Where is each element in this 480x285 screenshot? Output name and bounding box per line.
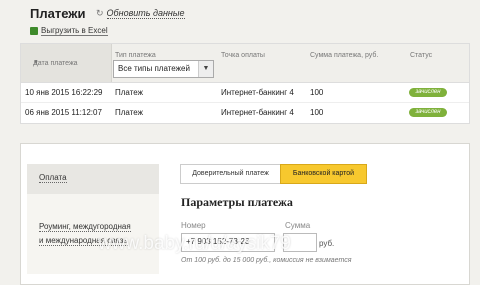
row-point: Интернет-банкинг 4 bbox=[221, 108, 294, 117]
sidebar: Оплата Роуминг, междугородная и междунар… bbox=[27, 164, 159, 274]
payment-form-panel: Оплата Роуминг, междугородная и междунар… bbox=[20, 143, 470, 285]
amount-note: От 100 руб. до 15 000 руб., комиссия не … bbox=[181, 257, 352, 264]
tab-bank-card[interactable]: Банковской картой bbox=[280, 164, 367, 184]
column-type: Тип платежа bbox=[115, 52, 156, 59]
row-type: Платеж bbox=[115, 108, 143, 117]
currency-label: руб. bbox=[319, 239, 335, 248]
row-amount: 100 bbox=[310, 108, 324, 117]
refresh-label: Обновить данные bbox=[106, 8, 185, 19]
export-excel-link[interactable]: Выгрузить в Excel bbox=[30, 26, 108, 36]
tab-trust-payment[interactable]: Доверительный платеж bbox=[180, 164, 281, 184]
status-badge: зачислен bbox=[409, 108, 447, 117]
row-amount: 100 bbox=[310, 88, 324, 97]
payment-type-select[interactable]: Все типы платежей ▼ bbox=[113, 60, 214, 78]
column-amount: Сумма платежа, руб. bbox=[310, 52, 379, 59]
column-point: Точка оплаты bbox=[221, 52, 265, 59]
page-title: Платежи bbox=[30, 6, 86, 21]
table-row: 06 янв 2015 11:12:07 Платеж Интернет-бан… bbox=[21, 103, 469, 122]
refresh-icon: ↻ bbox=[96, 8, 104, 18]
column-status: Статус bbox=[410, 52, 433, 59]
row-date: 10 янв 2015 16:22:29 bbox=[25, 88, 103, 97]
chevron-down-icon: ▼ bbox=[198, 61, 213, 77]
refresh-link[interactable]: ↻ Обновить данные bbox=[96, 8, 185, 19]
row-date: 06 янв 2015 11:12:07 bbox=[25, 108, 102, 117]
amount-label: Сумма bbox=[285, 221, 311, 230]
form-title: Параметры платежа bbox=[181, 195, 293, 209]
row-point: Интернет-банкинг 4 bbox=[221, 88, 294, 97]
column-date-label: Дата платежа bbox=[33, 60, 78, 67]
excel-icon bbox=[30, 26, 38, 35]
payment-type-value: Все типы платежей bbox=[118, 64, 190, 73]
row-type: Платеж bbox=[115, 88, 143, 97]
payments-table: ▼ Дата платежа Тип платежа Все типы плате… bbox=[20, 43, 470, 124]
sidebar-item-payment[interactable]: Оплата bbox=[27, 164, 159, 194]
table-header: ▼ Дата платежа Тип платежа Все типы плате… bbox=[21, 44, 469, 83]
status-badge: зачислен bbox=[409, 88, 447, 97]
export-excel-label: Выгрузить в Excel bbox=[41, 26, 108, 36]
watermark: www.baby.ru/u/aysik79 bbox=[98, 233, 291, 254]
table-row: 10 янв 2015 16:22:29 Платеж Интернет-бан… bbox=[21, 83, 469, 103]
number-label: Номер bbox=[181, 221, 206, 230]
sidebar-item-label: Роуминг, междугородная bbox=[39, 222, 131, 232]
column-date[interactable]: ▼ Дата платежа bbox=[21, 44, 112, 82]
sidebar-item-label: Оплата bbox=[39, 173, 67, 183]
